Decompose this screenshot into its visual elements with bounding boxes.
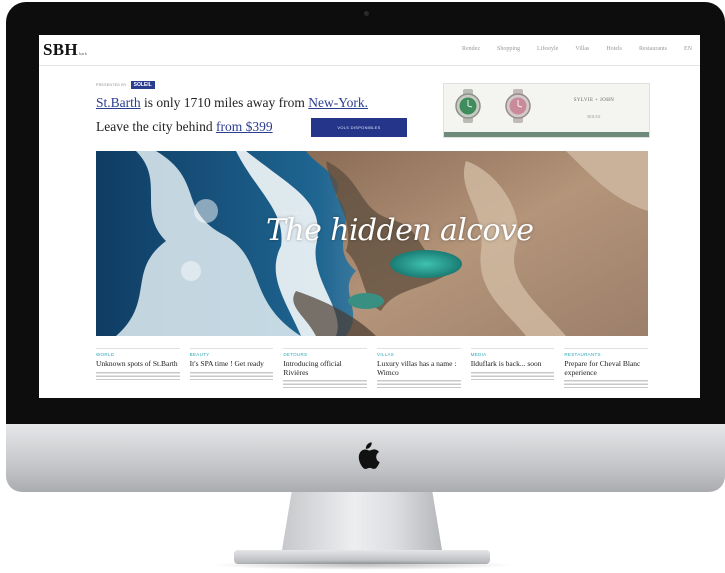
promo-cta-button[interactable]: VOLS DISPONIBLES [311,118,407,137]
browser-screen: SBHbark Rendez Shopping Lifestyle Villas… [39,35,700,398]
hero-title: The hidden alcove [266,213,534,248]
article-excerpt [377,380,461,388]
article-title[interactable]: Prepare for Cheval Blanc experience [564,359,648,377]
article-title[interactable]: It's SPA time ! Get ready [190,359,274,369]
article-category[interactable]: DETOURS [283,352,367,357]
promo-price-link[interactable]: from $399 [216,119,273,134]
article-category[interactable]: RESTAURANTS [564,352,648,357]
article-list: WORLD Unknown spots of St.Barth BEAUTY I… [96,348,649,388]
article-excerpt [96,371,180,380]
main-nav: Rendez Shopping Lifestyle Villas Hotels … [462,46,692,52]
site-logo[interactable]: SBHbark [43,40,87,60]
promo-kicker-text: PRESENTED BY [96,83,127,87]
article-title[interactable]: Introducing official Rivières [283,359,367,377]
article-title[interactable]: Unknown spots of St.Barth [96,359,180,369]
article-card[interactable]: WORLD Unknown spots of St.Barth [96,348,180,388]
article-card[interactable]: VILLAS Luxury villas has a name : Wimco [377,348,461,388]
article-excerpt [470,371,555,380]
nav-item-restaurants[interactable]: Restaurants [639,46,667,52]
article-title[interactable]: Ilduflark is back... soon [471,359,555,369]
article-card[interactable]: MEDIA Ilduflark is back... soon [470,348,555,388]
promo-link-newyork[interactable]: New-York. [308,95,368,110]
article-card[interactable]: RESTAURANTS Prepare for Cheval Blanc exp… [564,348,649,388]
promo-link-stbarth[interactable]: St.Barth [96,95,141,110]
nav-item-hotels[interactable]: Hotels [606,46,622,52]
article-excerpt [283,380,368,388]
watch-ad-title: SYLVIE + JOHN [573,98,615,103]
green-watch-icon [455,89,481,123]
promo-subline-text: Leave the city behind [96,119,216,134]
article-category[interactable]: MEDIA [471,352,555,357]
article-title[interactable]: Luxury villas has a name : Wimco [377,359,461,377]
watch-ad-bar [444,132,649,137]
promo-kicker: PRESENTED BY SOLEIL [96,81,155,89]
monitor-stand [282,492,442,550]
article-excerpt [189,371,274,380]
floor-shadow [210,560,515,570]
promo-headline-text: is only 1710 miles away from [140,95,309,110]
hero-banner[interactable]: ST.BARTH The hidden alcove [96,151,648,336]
logo-text: SBH [43,40,78,59]
article-card[interactable]: DETOURS Introducing official Rivières [283,348,368,388]
watch-ad-brand: ROLEX [587,114,601,119]
nav-item-villas[interactable]: Villas [575,46,589,52]
article-card[interactable]: BEAUTY It's SPA time ! Get ready [189,348,274,388]
camera-icon [364,11,369,16]
apple-logo-icon [358,442,380,469]
nav-item-shopping[interactable]: Shopping [497,46,520,52]
logo-suffix: bark [78,51,88,56]
article-category[interactable]: BEAUTY [190,352,274,357]
promo-subline: Leave the city behind from $399 [96,119,273,135]
article-category[interactable]: VILLAS [377,352,461,357]
article-excerpt [564,380,649,388]
watch-ad-banner[interactable]: SYLVIE + JOHN ROLEX [443,83,650,138]
nav-item-lifestyle[interactable]: Lifestyle [537,46,558,52]
site-header: SBHbark Rendez Shopping Lifestyle Villas… [39,35,700,66]
promo-brand-badge[interactable]: SOLEIL [130,81,155,89]
imac-monitor: SBHbark Rendez Shopping Lifestyle Villas… [6,2,725,492]
language-switch[interactable]: EN [684,46,692,52]
article-category[interactable]: WORLD [96,352,180,357]
pink-watch-icon [505,89,531,123]
promo-headline: St.Barth is only 1710 miles away from Ne… [96,95,368,111]
nav-item-rendez[interactable]: Rendez [462,46,480,52]
